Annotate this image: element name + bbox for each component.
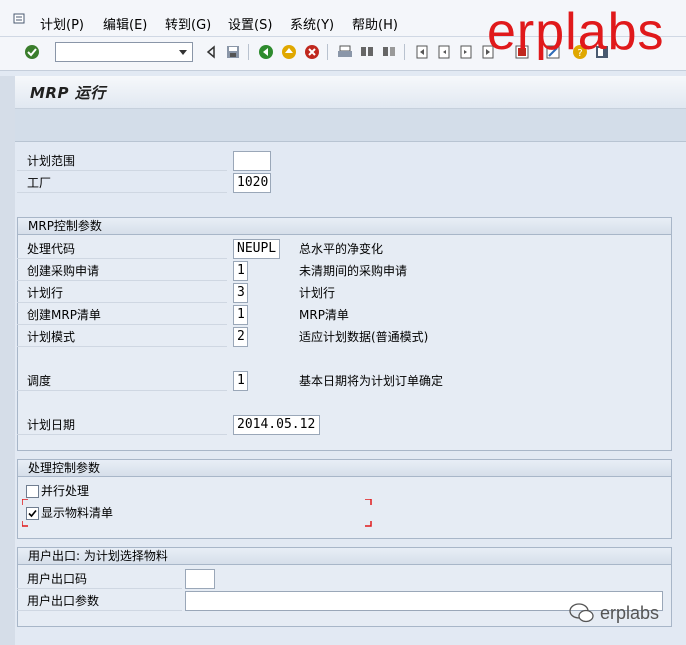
find-icon[interactable] [359,44,375,60]
toolbar-separator [248,44,249,60]
create-purreq-desc: 未清期间的采购申请 [299,264,408,278]
planning-date-input[interactable]: 2014.05.12 [233,415,320,435]
processing-key-label: 处理代码 [17,239,227,259]
create-mrp-list-input[interactable]: 1 [233,305,248,325]
print-icon[interactable] [337,44,353,60]
menu-plan[interactable]: 计划(P) [40,14,84,33]
application-toolbar [15,109,686,142]
processing-control-heading: 处理控制参数 [18,460,671,477]
create-mrp-list-label: 创建MRP清单 [17,305,227,325]
parallel-processing-label: 并行处理 [41,484,90,498]
first-page-icon[interactable] [414,44,430,60]
planning-mode-label: 计划模式 [17,327,227,347]
watermark-text: erplabs [487,3,665,61]
menu-help[interactable]: 帮助(H) [352,14,398,33]
toolbar-separator [404,44,405,60]
user-exit-param-label: 用户出口参数 [17,591,182,611]
processing-key-input[interactable]: NEUPL [233,239,280,259]
plant-label: 工厂 [17,173,227,193]
plan-scope-input[interactable] [233,151,271,171]
page-title: MRP 运行 [30,84,106,102]
next-page-icon[interactable] [458,44,474,60]
toolbar-separator [327,44,328,60]
enter-check-icon[interactable] [24,44,40,60]
plan-scope-label: 计划范围 [17,151,227,171]
user-exit-heading: 用户出口: 为计划选择物料 [18,548,671,565]
command-field[interactable] [55,42,193,62]
find-next-icon[interactable] [381,44,397,60]
mrp-control-heading: MRP控制参数 [18,218,671,235]
menu-icon[interactable] [13,12,27,26]
exit-icon[interactable] [281,44,297,60]
menu-settings[interactable]: 设置(S) [228,14,272,33]
menu-edit[interactable]: 编辑(E) [103,14,147,33]
save-icon[interactable] [225,44,241,60]
create-mrp-list-desc: MRP清单 [299,308,349,322]
schedule-lines-desc: 计划行 [299,286,336,300]
user-exit-key-input[interactable] [185,569,215,589]
processing-key-desc: 总水平的净变化 [299,242,384,256]
title-bar [15,76,686,109]
watermark-small-text: erplabs [600,603,660,623]
chevron-down-icon[interactable] [176,45,190,59]
cancel-icon[interactable] [304,44,320,60]
collapse-left-icon[interactable] [203,44,219,60]
scheduling-input[interactable]: 1 [233,371,248,391]
create-purreq-label: 创建采购申请 [17,261,227,281]
schedule-lines-label: 计划行 [17,283,227,303]
menu-goto[interactable]: 转到(G) [165,14,211,33]
planning-date-label: 计划日期 [17,415,227,435]
planning-mode-desc: 适应计划数据(普通模式) [299,330,429,344]
create-purreq-input[interactable]: 1 [233,261,248,281]
prev-page-icon[interactable] [436,44,452,60]
schedule-lines-input[interactable]: 3 [233,283,248,303]
scheduling-desc: 基本日期将为计划订单确定 [299,374,444,388]
menu-system[interactable]: 系统(Y) [290,14,334,33]
parallel-processing-checkbox[interactable] [26,485,39,498]
user-exit-key-label: 用户出口码 [17,569,182,589]
focus-marker [22,499,372,527]
wechat-logo-icon [569,603,594,623]
scheduling-label: 调度 [17,371,227,391]
planning-mode-input[interactable]: 2 [233,327,248,347]
left-border [0,76,15,645]
plant-input[interactable]: 1020 [233,173,271,193]
back-icon[interactable] [258,44,274,60]
